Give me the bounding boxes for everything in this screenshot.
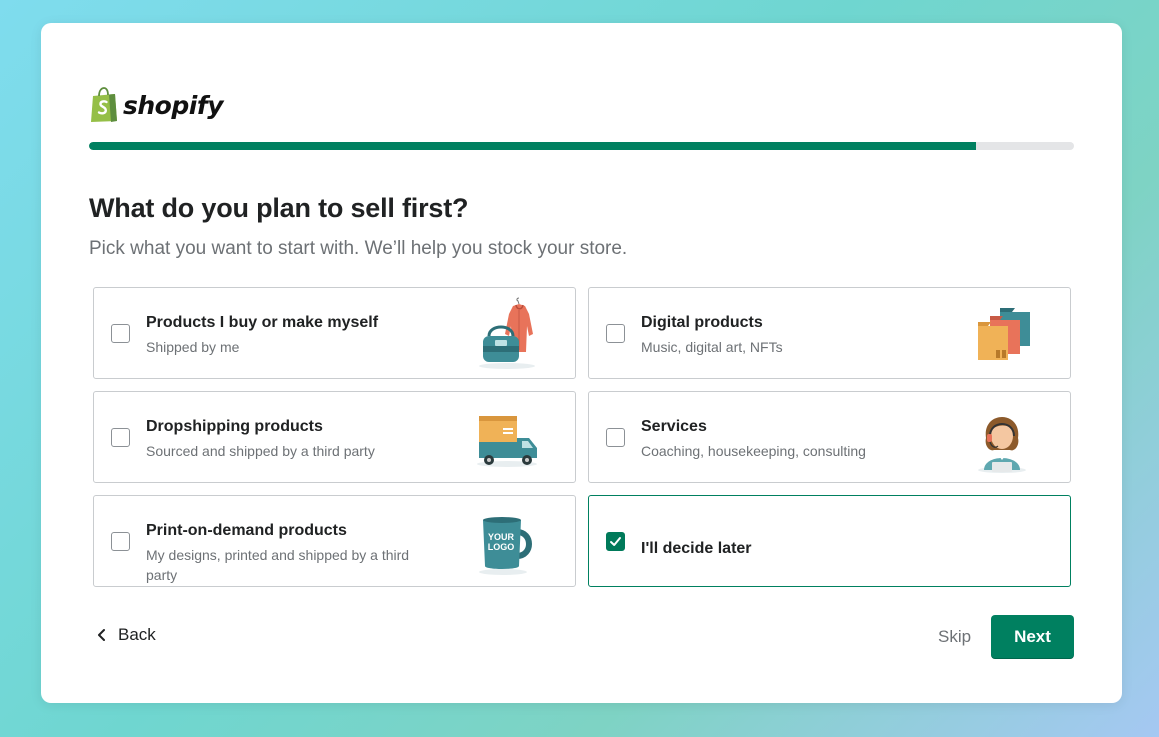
option-decide-later[interactable]: I'll decide later xyxy=(588,495,1071,587)
option-subtitle: Sourced and shipped by a third party xyxy=(146,443,375,459)
back-button[interactable]: Back xyxy=(96,625,156,645)
chevron-left-icon xyxy=(98,629,105,641)
checkbox[interactable] xyxy=(111,532,130,551)
option-title: Products I buy or make myself xyxy=(146,314,379,331)
checkbox[interactable] xyxy=(606,428,625,447)
progress-bar-fill xyxy=(89,142,976,150)
checkbox[interactable] xyxy=(111,324,130,343)
truck-icon xyxy=(477,416,537,467)
mug-icon: YOUR LOGO xyxy=(479,517,532,575)
option-subtitle: Music, digital art, NFTs xyxy=(641,339,783,355)
option-title: I'll decide later xyxy=(641,540,752,557)
shopify-bag-icon xyxy=(91,87,117,122)
option-subtitle: Coaching, housekeeping, consulting xyxy=(641,443,866,459)
back-label: Back xyxy=(118,625,156,644)
mug-text-your: YOUR xyxy=(488,532,515,542)
checkbox-checked[interactable] xyxy=(606,532,625,551)
option-products-buy-or-make[interactable]: Products I buy or make myself Shipped by… xyxy=(93,287,576,379)
checkbox[interactable] xyxy=(111,428,130,447)
option-title: Services xyxy=(641,418,707,435)
page-subtitle: Pick what you want to start with. We’ll … xyxy=(89,238,628,259)
next-button[interactable]: Next xyxy=(991,615,1074,659)
option-dropshipping[interactable]: Dropshipping products Sourced and shippe… xyxy=(93,391,576,483)
support-agent-icon xyxy=(978,417,1026,473)
checkmark-icon xyxy=(610,537,621,546)
option-services[interactable]: Services Coaching, housekeeping, consult… xyxy=(588,391,1071,483)
page-title: What do you plan to sell first? xyxy=(89,193,469,223)
option-title: Print-on-demand products xyxy=(146,522,347,539)
option-subtitle: Shipped by me xyxy=(146,339,240,355)
option-subtitle: My designs, printed and shipped by a thi… xyxy=(146,547,410,583)
bag-hoodie-icon xyxy=(479,297,535,369)
onboarding-card: shopify What do you plan to sell first? … xyxy=(41,23,1122,703)
progress-bar xyxy=(89,142,1074,150)
option-print-on-demand[interactable]: Print-on-demand products My designs, pri… xyxy=(93,495,576,587)
option-title: Dropshipping products xyxy=(146,418,323,435)
folders-icon xyxy=(978,308,1030,360)
mug-text-logo: LOGO xyxy=(488,542,515,552)
checkbox[interactable] xyxy=(606,324,625,343)
option-title: Digital products xyxy=(641,314,763,331)
skip-button[interactable]: Skip xyxy=(938,627,971,647)
brand-wordmark: shopify xyxy=(123,90,224,120)
option-digital-products[interactable]: Digital products Music, digital art, NFT… xyxy=(588,287,1071,379)
shopify-logo: shopify xyxy=(89,85,224,125)
